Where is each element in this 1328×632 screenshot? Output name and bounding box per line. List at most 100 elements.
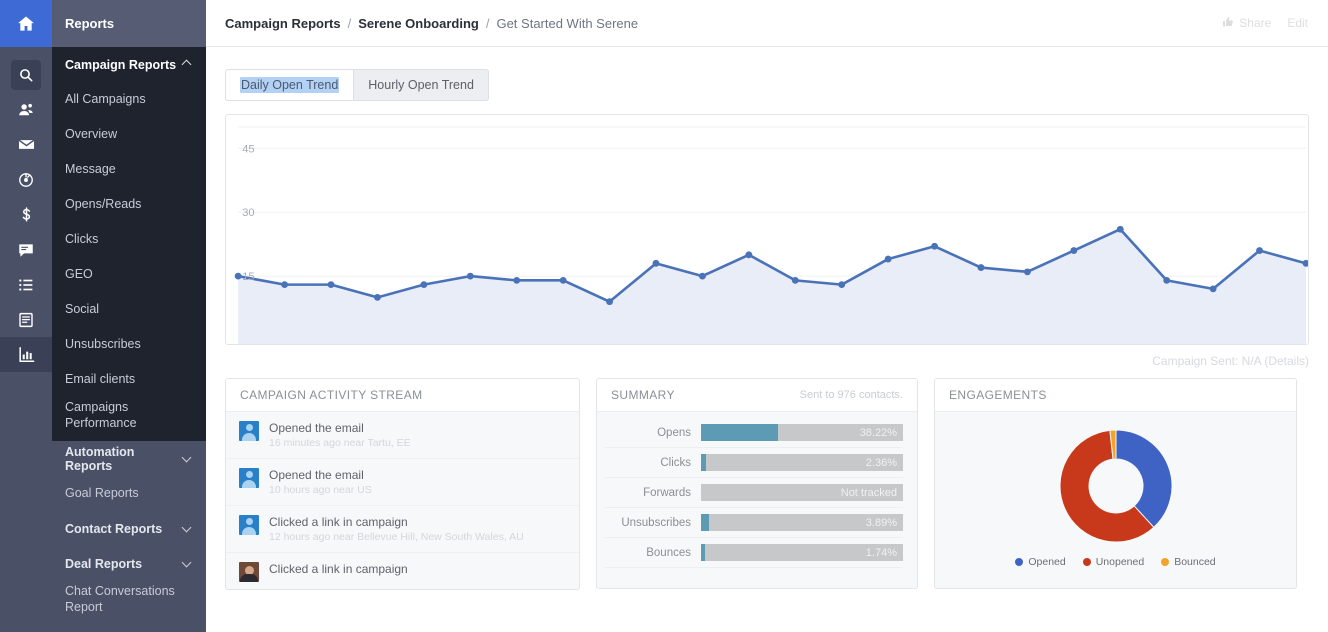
sidebar-item-message[interactable]: Message: [52, 152, 206, 187]
engagements-legend: Opened Unopened Bounced: [1015, 556, 1215, 568]
summary-row-bar-track: Not tracked: [701, 484, 903, 501]
tab-daily-open-trend[interactable]: Daily Open Trend: [226, 70, 354, 100]
dollar-icon[interactable]: [0, 197, 52, 232]
summary-row: Clicks2.36%: [605, 448, 903, 478]
contacts-icon-chip: [11, 95, 41, 125]
activity-list-item[interactable]: Clicked a link in campaign12 hours ago n…: [226, 506, 579, 553]
app-root: Reports Campaign Reports All Campaigns O…: [0, 0, 1328, 632]
home-icon[interactable]: [0, 0, 52, 47]
daily-open-trend-chart-card: 453015: [225, 114, 1309, 345]
dollar-icon-chip: [11, 200, 41, 230]
engagements-donut-chart[interactable]: [1001, 420, 1231, 552]
sidebar-item-goal-reports[interactable]: Goal Reports: [52, 476, 206, 511]
sidebar-group-label-contact: Contact Reports: [65, 522, 162, 536]
activity-list-item[interactable]: Clicked a link in campaign: [226, 553, 579, 590]
summary-row: Unsubscribes3.89%: [605, 508, 903, 538]
sidebar-group-automation-reports[interactable]: Automation Reports: [52, 441, 206, 476]
automation-icon[interactable]: [0, 162, 52, 197]
summary-row-label: Forwards: [605, 487, 701, 499]
breadcrumb-separator: /: [348, 16, 352, 31]
thumbs-up-icon: [1222, 16, 1234, 31]
legend-label: Unopened: [1096, 556, 1144, 568]
sidebar-item-unsubscribes[interactable]: Unsubscribes: [52, 327, 206, 362]
legend-color-dot: [1083, 558, 1091, 566]
bar-chart-icon[interactable]: [0, 337, 52, 372]
search-icon[interactable]: [0, 57, 52, 92]
tab-hourly-open-trend[interactable]: Hourly Open Trend: [354, 70, 488, 100]
contacts-icon[interactable]: [0, 92, 52, 127]
tab-daily-open-trend-label: Daily Open Trend: [240, 77, 339, 93]
summary-row-bar-fill: [701, 454, 706, 471]
main-content: Campaign Reports / Serene Onboarding / G…: [206, 0, 1328, 632]
pages-icon-chip: [11, 305, 41, 335]
sidebar-item-clicks[interactable]: Clicks: [52, 222, 206, 257]
top-bar-actions: Share Edit: [1222, 16, 1308, 31]
legend-item[interactable]: Unopened: [1083, 556, 1144, 568]
summary-row: Opens38.22%: [605, 418, 903, 448]
activity-list-item[interactable]: Opened the email 16 minutes ago near Tart…: [226, 412, 579, 459]
activity-item-meta: 16 minutes ago near Tartu, EE: [269, 437, 411, 449]
chevron-down-icon: [183, 454, 192, 463]
activity-item-text: Opened the email 16 minutes ago near Tart…: [269, 421, 411, 449]
summary-rows: Opens38.22%Clicks2.36%ForwardsNot tracke…: [597, 412, 917, 568]
chevron-down-icon: [183, 524, 192, 533]
activity-item-text: Clicked a link in campaign: [269, 562, 408, 576]
sidebar-item-overview[interactable]: Overview: [52, 117, 206, 152]
legend-item[interactable]: Bounced: [1161, 556, 1215, 568]
activity-list-item[interactable]: Opened the email10 hours ago near US: [226, 459, 579, 506]
breadcrumb: Campaign Reports / Serene Onboarding / G…: [225, 16, 638, 31]
sidebar-item-social[interactable]: Social: [52, 292, 206, 327]
campaign-sent-note[interactable]: Campaign Sent: N/A (Details): [206, 345, 1328, 368]
list-icon[interactable]: [0, 267, 52, 302]
summary-row: Bounces1.74%: [605, 538, 903, 568]
sidebar-item-chat-conversations-report[interactable]: Chat Conversations Report: [52, 581, 206, 621]
daily-open-trend-chart[interactable]: [226, 115, 1308, 344]
chevron-up-icon: [183, 60, 192, 69]
sidebar-item-campaigns-performance[interactable]: Campaigns Performance: [52, 397, 206, 437]
sidebar-group-deal-reports[interactable]: Deal Reports: [52, 546, 206, 581]
breadcrumb-level-1[interactable]: Campaign Reports: [225, 16, 341, 31]
activity-item-text: Clicked a link in campaign12 hours ago n…: [269, 515, 524, 543]
sidebar-item-email-clients[interactable]: Email clients: [52, 362, 206, 397]
envelope-icon-chip: [11, 130, 41, 160]
edit-button[interactable]: Edit: [1287, 16, 1308, 30]
activity-card-title: CAMPAIGN ACTIVITY STREAM: [240, 388, 423, 402]
chat-icon[interactable]: [0, 232, 52, 267]
avatar: [239, 562, 259, 582]
chat-icon-chip: [11, 235, 41, 265]
sidebar-item-geo[interactable]: GEO: [52, 257, 206, 292]
legend-color-dot: [1161, 558, 1169, 566]
breadcrumb-level-3: Get Started With Serene: [496, 16, 638, 31]
legend-item[interactable]: Opened: [1015, 556, 1065, 568]
breadcrumb-level-2[interactable]: Serene Onboarding: [358, 16, 479, 31]
sidebar-item-opens-reads[interactable]: Opens/Reads: [52, 187, 206, 222]
activity-item-title: Opened the email: [269, 421, 411, 435]
share-button[interactable]: Share: [1222, 16, 1271, 31]
pages-icon[interactable]: [0, 302, 52, 337]
tab-hourly-open-trend-label: Hourly Open Trend: [368, 78, 474, 92]
summary-row-label: Opens: [605, 427, 701, 439]
summary-row-label: Unsubscribes: [605, 517, 701, 529]
activity-item-meta: 10 hours ago near US: [269, 484, 372, 496]
summary-row-bar-fill: [701, 514, 709, 531]
summary-row-bar-track: 3.89%: [701, 514, 903, 531]
summary-row-bar-track: 38.22%: [701, 424, 903, 441]
engagements-card-title: ENGAGEMENTS: [949, 388, 1047, 402]
envelope-icon[interactable]: [0, 127, 52, 162]
sidebar-group-label-automation: Automation Reports: [65, 445, 183, 473]
summary-row-value: 2.36%: [866, 457, 897, 469]
icon-rail: [0, 0, 52, 632]
edit-label: Edit: [1287, 16, 1308, 30]
sidebar-group-label-deal: Deal Reports: [65, 557, 142, 571]
sidebar-item-all-campaigns[interactable]: All Campaigns: [52, 82, 206, 117]
sidebar-group-contact-reports[interactable]: Contact Reports: [52, 511, 206, 546]
summary-row-bar-fill: [701, 544, 705, 561]
automation-icon-chip: [11, 165, 41, 195]
campaign-activity-stream-card: CAMPAIGN ACTIVITY STREAM Opened the emai…: [225, 378, 580, 590]
summary-row-bar-track: 2.36%: [701, 454, 903, 471]
sidebar-title: Reports: [52, 0, 206, 47]
activity-list: Opened the email 16 minutes ago near Tart…: [226, 412, 579, 590]
bar-chart-icon-chip: [11, 340, 41, 370]
summary-row-label: Bounces: [605, 547, 701, 559]
sidebar-group-campaign-reports[interactable]: Campaign Reports: [52, 47, 206, 82]
